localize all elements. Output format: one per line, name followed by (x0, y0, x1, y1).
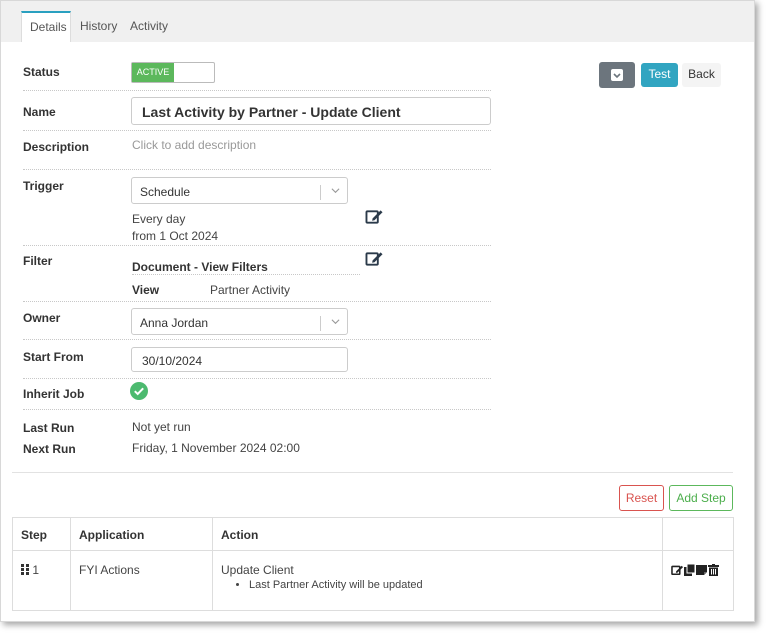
separator (23, 339, 491, 340)
action-detail-list: Last Partner Activity will be updated (221, 579, 654, 591)
trash-icon[interactable] (708, 564, 719, 576)
filter-underline (132, 274, 360, 275)
filter-view-label: View (132, 283, 160, 297)
name-label: Name (23, 105, 56, 119)
filter-label: Filter (23, 254, 53, 268)
note-icon[interactable] (696, 564, 708, 576)
back-button[interactable]: Back (682, 63, 721, 87)
header-tools (662, 517, 734, 551)
owner-select-value: Anna Jordan (140, 316, 209, 330)
next-run-label: Next Run (23, 442, 76, 456)
check-circle-icon[interactable] (130, 382, 148, 400)
tab-history[interactable]: History (72, 11, 125, 42)
last-run-value: Not yet run (132, 420, 191, 434)
header-step: Step (12, 517, 71, 551)
action-cell: Update Client Last Partner Activity will… (212, 550, 663, 611)
status-toggle[interactable]: ACTIVE (131, 62, 215, 83)
archive-icon (611, 69, 623, 81)
select-divider (320, 185, 321, 200)
tab-activity[interactable]: Activity (122, 11, 176, 42)
last-run-label: Last Run (23, 421, 75, 435)
row-tools-cell (662, 550, 734, 611)
separator (23, 130, 491, 131)
tab-details[interactable]: Details (21, 11, 71, 42)
next-run-value: Friday, 1 November 2024 02:00 (132, 441, 300, 455)
select-divider (320, 316, 321, 331)
trigger-select[interactable]: Schedule (131, 177, 348, 204)
test-button[interactable]: Test (641, 63, 678, 87)
table-row: 1 FYI Actions Update Client Last Partner… (12, 550, 734, 611)
status-toggle-on: ACTIVE (132, 63, 174, 82)
action-title: Update Client (221, 563, 294, 577)
trigger-label: Trigger (23, 179, 64, 193)
step-number: 1 (32, 563, 40, 577)
owner-label: Owner (23, 311, 61, 325)
start-from-value: 30/10/2024 (142, 354, 203, 368)
application-cell: FYI Actions (70, 550, 213, 611)
owner-select[interactable]: Anna Jordan (131, 308, 348, 335)
edit-step-icon[interactable] (671, 564, 684, 576)
tab-bar: Details History Activity (1, 1, 754, 42)
edit-icon[interactable] (365, 208, 384, 225)
inherit-job-label: Inherit Job (23, 387, 85, 401)
chevron-down-icon (331, 188, 340, 194)
separator (23, 169, 491, 170)
status-label: Status (23, 65, 60, 79)
step-cell: 1 (12, 550, 71, 611)
header-action: Action (212, 517, 663, 551)
steps-table: Step Application Action 1 FYI Actions Up… (12, 517, 734, 611)
copy-icon[interactable] (684, 563, 696, 576)
archive-button[interactable] (599, 62, 635, 88)
description-label: Description (23, 140, 90, 154)
table-header-row: Step Application Action (12, 517, 734, 551)
separator (23, 90, 491, 91)
chevron-down-icon (331, 319, 340, 325)
start-from-label: Start From (23, 350, 84, 364)
separator (23, 378, 491, 379)
section-divider (12, 472, 733, 473)
window-frame: Details History Activity Status ACTIVE T… (0, 0, 755, 622)
trigger-schedule-line2: from 1 Oct 2024 (132, 229, 219, 243)
description-placeholder[interactable]: Click to add description (132, 138, 256, 152)
separator (23, 409, 491, 410)
filter-view-value: Partner Activity (210, 283, 291, 297)
add-step-button[interactable]: Add Step (669, 485, 733, 511)
start-from-input[interactable]: 30/10/2024 (131, 347, 348, 372)
separator (23, 245, 491, 246)
filter-edit-icon[interactable] (365, 250, 384, 267)
separator (23, 301, 491, 302)
name-input-value: Last Activity by Partner - Update Client (142, 104, 401, 120)
drag-handle-icon[interactable] (21, 564, 29, 575)
header-application: Application (70, 517, 213, 551)
name-input[interactable]: Last Activity by Partner - Update Client (131, 97, 491, 125)
filter-heading: Document - View Filters (132, 260, 268, 274)
trigger-select-value: Schedule (140, 185, 191, 199)
reset-button[interactable]: Reset (619, 485, 664, 511)
trigger-schedule-line1: Every day (132, 212, 186, 226)
action-detail-item: Last Partner Activity will be updated (249, 579, 654, 591)
